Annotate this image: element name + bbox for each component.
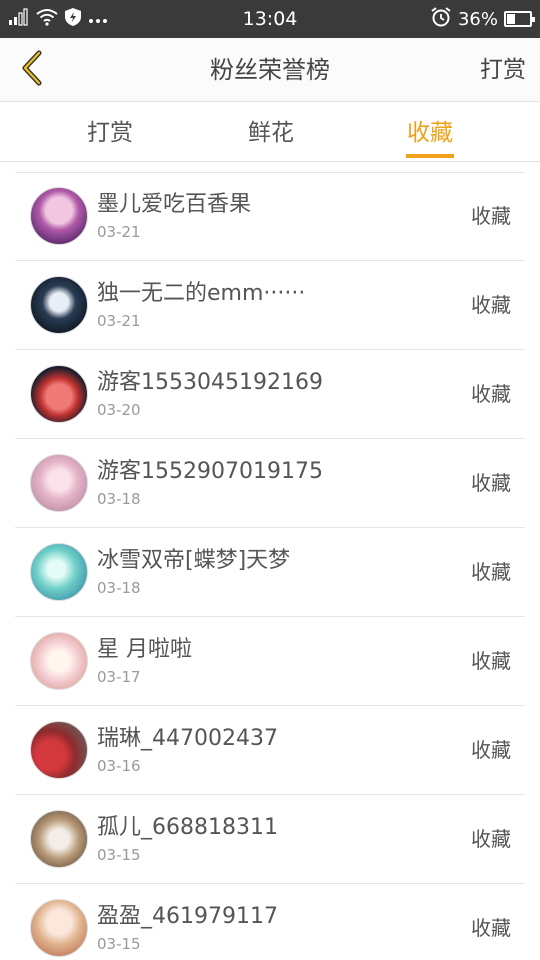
list-item[interactable]: 盈盈_461979117 03-15 收藏 <box>15 884 525 960</box>
list-item[interactable]: 星 月啦啦 03-17 收藏 <box>15 617 525 706</box>
fan-list: 墨儿爱吃百香果 03-21 收藏 独一无二的emm······ 03-21 收藏… <box>0 172 540 960</box>
user-name: 孤儿_668818311 <box>97 815 278 840</box>
collect-date: 03-16 <box>97 757 141 775</box>
avatar <box>30 276 88 334</box>
list-item[interactable]: 冰雪双帝[蝶梦]天梦 03-18 收藏 <box>15 528 525 617</box>
collect-date: 03-15 <box>97 846 141 864</box>
collect-date: 03-15 <box>97 935 141 953</box>
list-item[interactable]: 墨儿爱吃百香果 03-21 收藏 <box>15 172 525 261</box>
action-label: 收藏 <box>471 471 511 495</box>
tab-flower[interactable]: 鲜花 <box>211 102 331 162</box>
avatar <box>30 187 88 245</box>
avatar <box>30 810 88 868</box>
avatar <box>30 721 88 779</box>
avatar <box>30 543 88 601</box>
avatar <box>30 454 88 512</box>
page-title: 粉丝荣誉榜 <box>210 56 330 84</box>
list-item[interactable]: 游客1552907019175 03-18 收藏 <box>15 439 525 528</box>
collect-date: 03-21 <box>97 312 141 330</box>
alarm-icon <box>430 6 452 32</box>
action-label: 收藏 <box>471 382 511 406</box>
battery-percent: 36% <box>457 8 498 30</box>
status-right-icons: 36% <box>430 6 535 32</box>
user-name: 星 月啦啦 <box>97 637 192 662</box>
active-tab-indicator <box>406 154 454 158</box>
collect-date: 03-18 <box>97 579 141 597</box>
user-name: 盈盈_461979117 <box>97 904 278 929</box>
list-item[interactable]: 独一无二的emm······ 03-21 收藏 <box>15 261 525 350</box>
user-name: 独一无二的emm······ <box>97 281 306 306</box>
avatar <box>30 365 88 423</box>
battery-icon <box>504 11 535 27</box>
collect-date: 03-17 <box>97 668 141 686</box>
user-name: 游客1552907019175 <box>97 459 323 484</box>
status-bar: 13:04 36% <box>0 0 540 38</box>
list-item[interactable]: 游客1553045192169 03-20 收藏 <box>15 350 525 439</box>
action-label: 收藏 <box>471 916 511 940</box>
tab-label: 打赏 <box>87 120 133 146</box>
tab-reward[interactable]: 打赏 <box>50 102 170 162</box>
avatar <box>30 899 88 957</box>
action-label: 收藏 <box>471 293 511 317</box>
user-name: 冰雪双帝[蝶梦]天梦 <box>97 548 291 573</box>
tab-label: 收藏 <box>407 120 453 146</box>
list-item[interactable]: 孤儿_668818311 03-15 收藏 <box>15 795 525 884</box>
action-label: 收藏 <box>471 738 511 762</box>
app-screen: 13:04 36% 粉丝荣誉榜 打赏 打赏 鲜花 收藏 墨儿爱吃百香果 03-2… <box>0 0 540 960</box>
list-item[interactable]: 瑞琳_447002437 03-16 收藏 <box>15 706 525 795</box>
action-label: 收藏 <box>471 649 511 673</box>
tab-bar: 打赏 鲜花 收藏 <box>0 102 540 162</box>
collect-date: 03-21 <box>97 223 141 241</box>
battery-fill <box>507 14 515 24</box>
title-bar: 粉丝荣誉榜 打赏 <box>0 38 540 102</box>
reward-link[interactable]: 打赏 <box>480 54 526 86</box>
user-name: 瑞琳_447002437 <box>97 726 278 751</box>
tab-label: 鲜花 <box>248 120 294 146</box>
tab-collect[interactable]: 收藏 <box>370 102 490 162</box>
user-name: 墨儿爱吃百香果 <box>97 192 252 217</box>
action-label: 收藏 <box>471 827 511 851</box>
avatar <box>30 632 88 690</box>
action-label: 收藏 <box>471 204 511 228</box>
collect-date: 03-20 <box>97 401 141 419</box>
user-name: 游客1553045192169 <box>97 370 323 395</box>
collect-date: 03-18 <box>97 490 141 508</box>
action-label: 收藏 <box>471 560 511 584</box>
